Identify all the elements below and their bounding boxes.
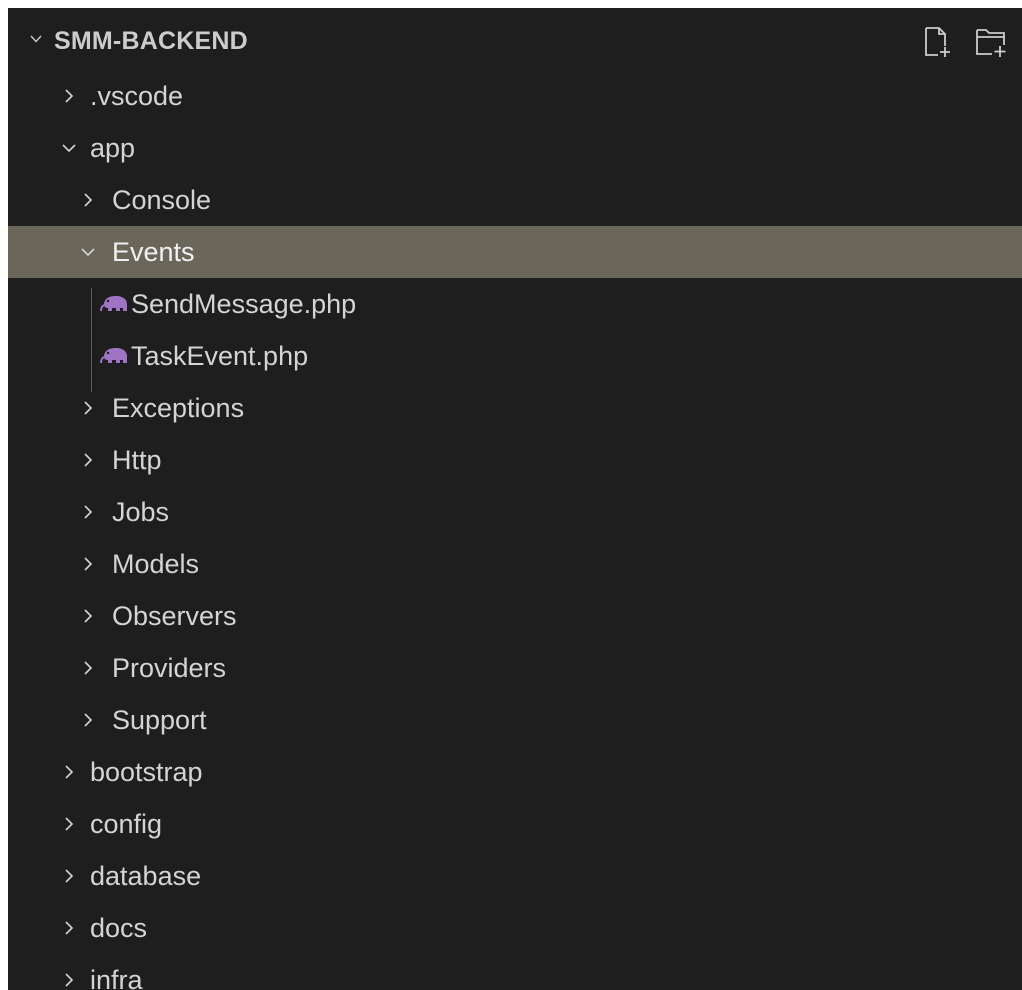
tree-folder-row[interactable]: docs [8,902,1022,954]
tree-folder-row[interactable]: config [8,798,1022,850]
tree-item-label: Console [112,185,212,215]
tree-folder-row[interactable]: Console [8,174,1022,226]
tree-item-label: config [90,809,163,839]
tree-folder-row[interactable]: Support [8,694,1022,746]
tree-folder-row[interactable]: bootstrap [8,746,1022,798]
tree-folder-row[interactable]: Http [8,434,1022,486]
chevron-right-icon[interactable] [61,764,77,780]
chevron-down-icon[interactable] [61,140,77,156]
tree-folder-row[interactable]: Events [8,226,1022,278]
tree-folder-row[interactable]: app [8,122,1022,174]
tree-item-label: Jobs [112,497,170,527]
chevron-right-icon[interactable] [61,868,77,884]
tree-item-label: app [90,133,136,163]
tree-item-label: bootstrap [90,757,203,787]
tree-item-label: SendMessage.php [131,289,357,319]
file-explorer: SMM-BACKEND .vscode app Console Events SendM… [8,8,1022,990]
tree-folder-row[interactable]: database [8,850,1022,902]
chevron-right-icon[interactable] [80,556,96,572]
php-elephant-icon [100,348,127,364]
tree-folder-row[interactable]: Observers [8,590,1022,642]
tree-item-label: Support [112,705,207,735]
tree-item-label: Providers [112,653,227,683]
chevron-right-icon[interactable] [61,972,77,988]
explorer-section-title: SMM-BACKEND [54,27,248,55]
chevron-right-icon[interactable] [61,920,77,936]
new-folder-icon[interactable] [974,24,1010,60]
php-elephant-icon [100,296,127,312]
chevron-down-icon[interactable] [80,244,96,260]
chevron-down-icon[interactable] [30,33,42,45]
tree-folder-row[interactable]: Exceptions [8,382,1022,434]
tree-folder-row[interactable]: infra [8,954,1022,990]
tree-item-label: Observers [112,601,237,631]
tree-file-row[interactable]: TaskEvent.php [8,330,1022,382]
tree-item-label: Exceptions [112,393,245,423]
tree-folder-row[interactable]: Providers [8,642,1022,694]
tree-folder-row[interactable]: .vscode [8,70,1022,122]
chevron-right-icon[interactable] [61,88,77,104]
tree-item-label: TaskEvent.php [131,341,309,371]
tree-item-label: database [90,861,202,891]
tree-item-label: Models [112,549,200,579]
tree-item-label: Events [112,237,195,267]
chevron-right-icon[interactable] [61,816,77,832]
tree-folder-row[interactable]: Jobs [8,486,1022,538]
chevron-right-icon[interactable] [80,660,96,676]
chevron-right-icon[interactable] [80,504,96,520]
tree-item-label: docs [90,913,148,943]
chevron-right-icon[interactable] [80,192,96,208]
chevron-right-icon[interactable] [80,712,96,728]
explorer-section-header[interactable]: SMM-BACKEND [8,8,1022,70]
chevron-right-icon[interactable] [80,452,96,468]
tree-item-label: .vscode [90,81,184,111]
tree-item-label: Http [112,445,162,475]
new-file-icon[interactable] [920,24,956,60]
tree-item-label: infra [90,965,143,990]
tree-folder-row[interactable]: Models [8,538,1022,590]
tree-file-row[interactable]: SendMessage.php [8,278,1022,330]
chevron-right-icon[interactable] [80,400,96,416]
chevron-right-icon[interactable] [80,608,96,624]
